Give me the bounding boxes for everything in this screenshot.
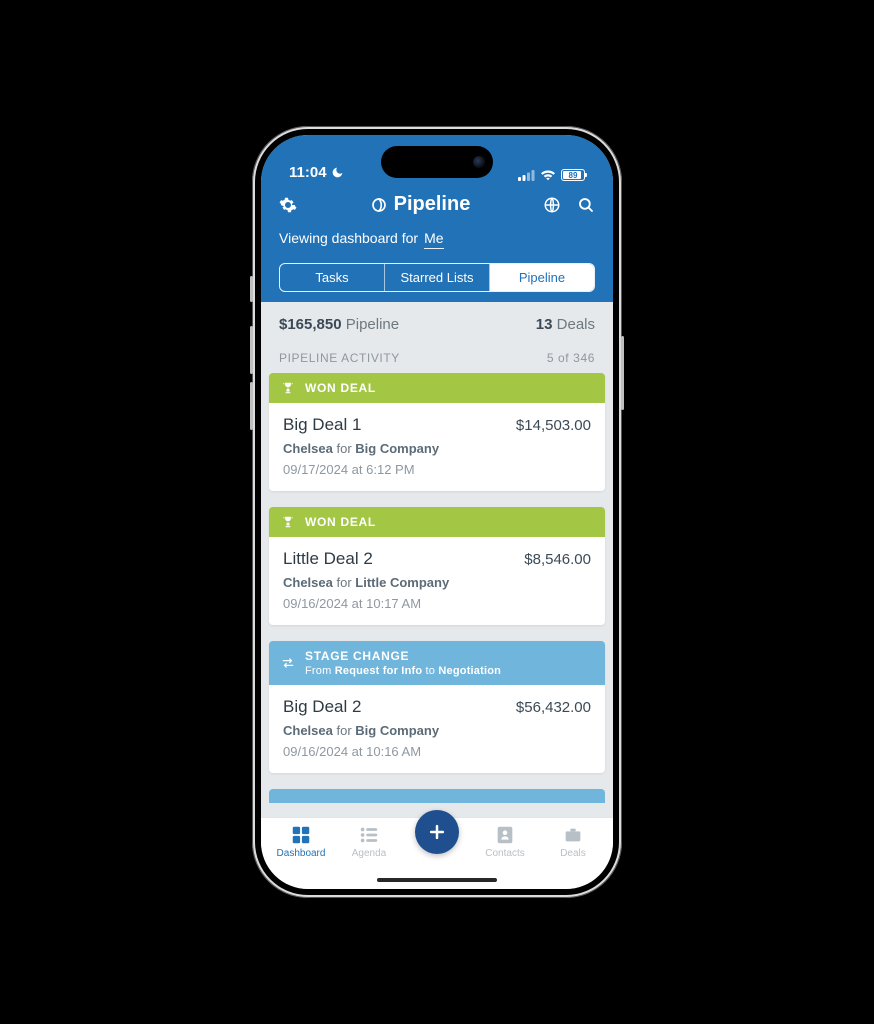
tab-label: Dashboard (277, 848, 326, 859)
deal-card-partial (269, 789, 605, 803)
deal-timestamp: 09/16/2024 at 10:17 AM (283, 596, 591, 611)
deal-user: Chelsea (283, 575, 333, 590)
tab-label: Contacts (485, 848, 524, 859)
battery-level: 89 (562, 170, 584, 180)
tab-bar: Dashboard Agenda . Contacts Deals (261, 817, 613, 889)
deal-card[interactable]: WON DEAL Big Deal 1 $14,503.00 Chelsea f… (269, 373, 605, 491)
viewing-label: Viewing dashboard for (279, 230, 418, 246)
deal-name: Big Deal 2 (283, 697, 361, 717)
agenda-icon (358, 824, 380, 846)
section-header: PIPELINE ACTIVITY 5 of 346 (261, 347, 613, 373)
pipeline-summary: $165,850 Pipeline 13 Deals (261, 302, 613, 347)
battery-icon: 89 (561, 169, 585, 181)
content-area[interactable]: $165,850 Pipeline 13 Deals PIPELINE ACTI… (261, 302, 613, 817)
trophy-icon (281, 515, 295, 529)
pipeline-total-label: Pipeline (346, 316, 399, 333)
deal-card[interactable]: STAGE CHANGE From Request for Info to Ne… (269, 641, 605, 773)
deals-count: 13 (536, 316, 553, 333)
segment-control: Tasks Starred Lists Pipeline (279, 263, 595, 292)
trophy-icon (281, 381, 295, 395)
card-badge-won: WON DEAL (269, 373, 605, 403)
status-time: 11:04 (289, 164, 327, 181)
pipeline-total: $165,850 (279, 316, 342, 333)
deal-user: Chelsea (283, 441, 333, 456)
phone-frame: 11:04 89 Pipeli (252, 126, 622, 898)
tab-tasks[interactable]: Tasks (280, 264, 385, 291)
badge-label: WON DEAL (305, 381, 376, 395)
plus-icon (427, 822, 447, 842)
tab-agenda[interactable]: Agenda (335, 824, 403, 859)
viewing-value: Me (424, 230, 443, 249)
badge-label: STAGE CHANGE (305, 649, 409, 663)
tab-label: Deals (560, 848, 586, 859)
dashboard-filter[interactable]: Viewing dashboard for Me (279, 230, 595, 249)
moon-icon (331, 166, 344, 179)
deal-company: Big Company (355, 723, 439, 738)
contacts-icon (494, 824, 516, 846)
globe-icon[interactable] (543, 196, 561, 214)
side-button (250, 382, 253, 430)
tab-pipeline[interactable]: Pipeline (490, 264, 594, 291)
side-button (250, 276, 253, 302)
deal-amount: $8,546.00 (524, 551, 591, 568)
side-button (250, 326, 253, 374)
stage-change-detail: From Request for Info to Negotiation (305, 665, 501, 677)
deal-card[interactable]: WON DEAL Little Deal 2 $8,546.00 Chelsea… (269, 507, 605, 625)
dynamic-island (381, 146, 493, 178)
wifi-icon (540, 169, 556, 181)
deal-company: Little Company (355, 575, 449, 590)
deal-timestamp: 09/16/2024 at 10:16 AM (283, 744, 591, 759)
tab-deals[interactable]: Deals (539, 824, 607, 859)
tab-starred-lists[interactable]: Starred Lists (385, 264, 490, 291)
cellular-icon (518, 170, 535, 181)
side-button (621, 336, 624, 410)
deals-count-label: Deals (557, 316, 595, 333)
deal-amount: $14,503.00 (516, 417, 591, 434)
gear-icon[interactable] (279, 196, 297, 214)
swap-icon (281, 656, 295, 670)
card-badge-stage-change: STAGE CHANGE From Request for Info to Ne… (269, 641, 605, 685)
dashboard-icon (290, 824, 312, 846)
search-icon[interactable] (577, 196, 595, 214)
deal-company: Big Company (355, 441, 439, 456)
tab-contacts[interactable]: Contacts (471, 824, 539, 859)
deal-name: Little Deal 2 (283, 549, 373, 569)
deal-amount: $56,432.00 (516, 699, 591, 716)
deal-timestamp: 09/17/2024 at 6:12 PM (283, 462, 591, 477)
card-badge-won: WON DEAL (269, 507, 605, 537)
section-count: 5 of 346 (547, 351, 595, 365)
badge-label: WON DEAL (305, 515, 376, 529)
tab-label: Agenda (352, 848, 386, 859)
deals-icon (562, 824, 584, 846)
home-indicator[interactable] (377, 878, 497, 882)
section-title: PIPELINE ACTIVITY (279, 351, 400, 365)
app-logo-icon (370, 196, 388, 214)
nav-bar: Pipeline Viewing dashboard for Me Tasks … (261, 185, 613, 302)
tab-dashboard[interactable]: Dashboard (267, 824, 335, 859)
add-button[interactable] (415, 810, 459, 854)
deal-user: Chelsea (283, 723, 333, 738)
app-title: Pipeline (394, 193, 471, 216)
deal-name: Big Deal 1 (283, 415, 361, 435)
